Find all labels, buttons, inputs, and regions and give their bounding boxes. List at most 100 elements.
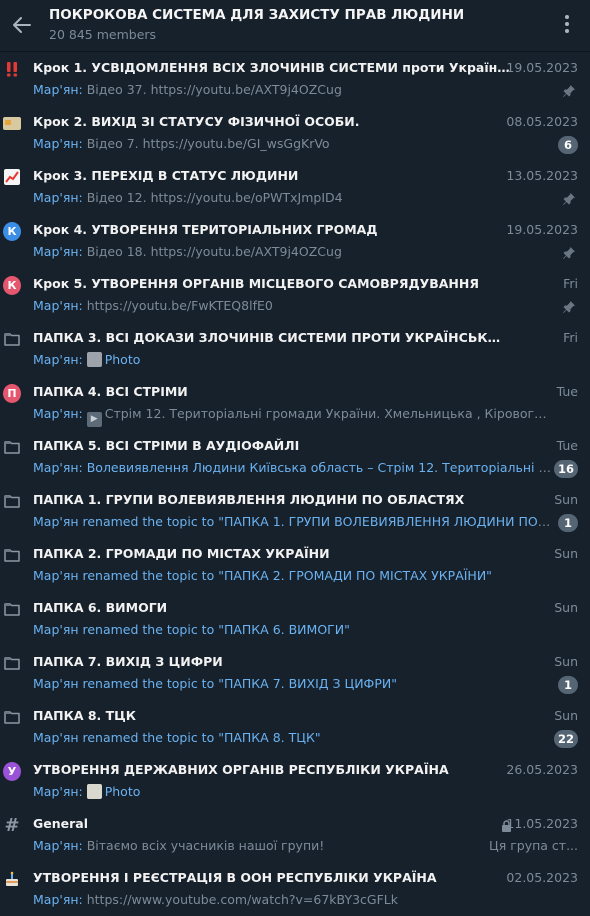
pin-icon — [562, 191, 576, 205]
folder-icon — [3, 330, 21, 348]
topic-title: ПАПКА 5. ВСІ СТРІМИ В АУДІОФАЙЛІ — [33, 438, 300, 453]
topic-last-message: Мар'ян: Photo — [33, 352, 554, 367]
topic-row[interactable]: УТВОРЕННЯ І РЕЄСТРАЦІЯ В ООН РЕСПУБЛІКИ … — [0, 862, 590, 916]
topic-list: Крок 1. УСВІДОМЛЕННЯ ВСІХ ЗЛОЧИНІВ СИСТЕ… — [0, 52, 590, 916]
topic-row[interactable]: # General 11.05.2023 Мар'ян: Вітаємо всіх у… — [0, 808, 590, 862]
message-text: https://www.youtube.com/watch?v=67kBY3cG… — [86, 892, 398, 907]
folder-icon — [3, 492, 21, 510]
more-options-icon[interactable] — [562, 12, 572, 36]
folder-icon — [3, 708, 21, 726]
topic-title: ПАПКА 4. ВСІ СТРІМИ — [33, 384, 188, 399]
pin-icon — [562, 299, 576, 313]
topic-date: Sun — [554, 654, 578, 669]
message-sender: Мар'ян: — [33, 892, 83, 907]
topic-date: 02.05.2023 — [506, 870, 578, 885]
topic-last-message: Мар'ян: Відео 7. https://youtu.be/GI_wsG… — [33, 136, 554, 151]
unread-count-badge: 1 — [558, 514, 578, 532]
photo-thumbnail — [86, 352, 102, 367]
message-sender: Мар'ян: — [33, 244, 83, 259]
topic-title: Крок 1. УСВІДОМЛЕННЯ ВСІХ ЗЛОЧИНІВ СИСТЕ… — [33, 60, 510, 75]
topic-row[interactable]: ПАПКА 5. ВСІ СТРІМИ В АУДІОФАЙЛІ Tue Мар'я… — [0, 430, 590, 484]
chart-icon — [3, 168, 21, 186]
topic-title: УТВОРЕННЯ ДЕРЖАВНИХ ОРГАНІВ РЕСПУБЛІКИ У… — [33, 762, 449, 777]
doc-thumbnail — [86, 784, 102, 799]
message-sender: Мар'ян: — [33, 298, 83, 313]
topic-title: ПАПКА 7. ВИХІД З ЦИФРИ — [33, 654, 223, 669]
message-text: Photo — [104, 352, 141, 367]
message-sender: Мар'ян: — [33, 460, 83, 475]
topic-last-message: Мар'ян: Photo — [33, 784, 554, 799]
topic-last-message: Мар'ян renamed the topic to "ПАПКА 2. ГР… — [33, 568, 554, 583]
topic-row[interactable]: ПАПКА 2. ГРОМАДИ ПО МІСТАХ УКРАЇНИ Sun Мар… — [0, 538, 590, 592]
topic-date: Tue — [556, 384, 578, 399]
cake-icon — [3, 870, 21, 888]
message-text: Мар'ян renamed the topic to "ПАПКА 2. ГР… — [33, 568, 492, 583]
message-text: Мар'ян renamed the topic to "ПАПКА 7. ВИ… — [33, 676, 397, 691]
topic-title: ПАПКА 1. ГРУПИ ВОЛЕВИЯВЛЕННЯ ЛЮДИНИ ПО О… — [33, 492, 465, 507]
topic-title: Крок 3. ПЕРЕХІД В СТАТУС ЛЮДИНИ — [33, 168, 299, 183]
topic-last-message: Мар'ян: https://youtu.be/FwKTEQ8lfE0 — [33, 298, 554, 313]
pin-icon — [562, 83, 576, 97]
message-text: Відео 12. https://youtu.be/oPWTxJmpID4 — [86, 190, 343, 205]
topic-title: Крок 4. УТВОРЕННЯ ТЕРИТОРІАЛЬНИХ ГРОМАД — [33, 222, 378, 237]
message-text: Мар'ян renamed the topic to "ПАПКА 8. ТЦ… — [33, 730, 321, 745]
message-sender: Мар'ян: — [33, 406, 83, 421]
letter-p-pink-icon: П — [3, 383, 21, 403]
message-text: Вітаємо всіх учасників нашої групи! — [86, 838, 325, 853]
topic-date: 19.05.2023 — [506, 222, 578, 237]
topic-title: УТВОРЕННЯ І РЕЄСТРАЦІЯ В ООН РЕСПУБЛІКИ … — [33, 870, 437, 885]
topic-last-message: Мар'ян: Відео 37. https://youtu.be/AXT9j… — [33, 82, 554, 97]
topic-date: 26.05.2023 — [506, 762, 578, 777]
id-card-icon — [3, 114, 21, 132]
double-exclamation-icon — [3, 60, 21, 78]
topic-date: Sun — [554, 492, 578, 507]
message-text: Відео 7. https://youtu.be/GI_wsGgKrVo — [86, 136, 330, 151]
message-text: https://youtu.be/FwKTEQ8lfE0 — [86, 298, 273, 313]
topic-row[interactable]: ПАПКА 7. ВИХІД З ЦИФРИ Sun Мар'ян renamed … — [0, 646, 590, 700]
topic-row[interactable]: ППАПКА 4. ВСІ СТРІМИTueМар'ян: Стрім 12.… — [0, 376, 590, 430]
topic-row[interactable]: Крок 1. УСВІДОМЛЕННЯ ВСІХ ЗЛОЧИНІВ СИСТЕ… — [0, 52, 590, 106]
topic-row[interactable]: К Крок 4. УТВОРЕННЯ ТЕРИТОРІАЛЬНИХ ГРОМАД… — [0, 214, 590, 268]
topic-row[interactable]: К Крок 5. УТВОРЕННЯ ОРГАНІВ МІСЦЕВОГО САМ… — [0, 268, 590, 322]
topic-row[interactable]: ПАПКА 3. ВСІ ДОКАЗИ ЗЛОЧИНІВ СИСТЕМИ ПРО… — [0, 322, 590, 376]
topic-date: Fri — [563, 276, 578, 291]
topic-date: 11.05.2023 — [506, 816, 578, 831]
topic-last-message: Мар'ян: Відео 18. https://youtu.be/AXT9j… — [33, 244, 554, 259]
message-sender: Мар'ян: — [33, 784, 83, 799]
letter-k-blue-icon: К — [3, 221, 21, 241]
topic-row[interactable]: ПАПКА 6. ВИМОГИ Sun Мар'ян renamed the top… — [0, 592, 590, 646]
topic-title: ПАПКА 2. ГРОМАДИ ПО МІСТАХ УКРАЇНИ — [33, 546, 330, 561]
topic-title: General — [33, 816, 88, 831]
unread-count-badge: 22 — [553, 730, 578, 748]
topic-row[interactable]: ПАПКА 1. ГРУПИ ВОЛЕВИЯВЛЕННЯ ЛЮДИНИ ПО О… — [0, 484, 590, 538]
group-title[interactable]: ПОКРОКОВА СИСТЕМА ДЛЯ ЗАХИСТУ ПРАВ ЛЮДИН… — [49, 7, 464, 23]
topic-title: Крок 5. УТВОРЕННЯ ОРГАНІВ МІСЦЕВОГО САМО… — [33, 276, 479, 291]
unread-count-badge: 6 — [558, 136, 578, 154]
message-text: Відео 37. https://youtu.be/AXT9j4OZCug — [86, 82, 342, 97]
topic-note: Ця група ст... — [489, 838, 578, 853]
topic-date: 13.05.2023 — [506, 168, 578, 183]
message-sender: Мар'ян: — [33, 190, 83, 205]
topic-row[interactable]: У УТВОРЕННЯ ДЕРЖАВНИХ ОРГАНІВ РЕСПУБЛІКИ … — [0, 754, 590, 808]
topic-date: Sun — [554, 546, 578, 561]
topic-last-message: Мар'ян: Вітаємо всіх учасників нашої гру… — [33, 838, 554, 853]
topic-last-message: Мар'ян renamed the topic to "ПАПКА 1. ГР… — [33, 514, 554, 529]
message-text: Photo — [104, 784, 141, 799]
folder-icon — [3, 438, 21, 456]
topic-last-message: Мар'ян: Волевиявлення Людини Київська об… — [33, 460, 554, 475]
back-arrow-icon[interactable] — [10, 13, 34, 37]
hash-icon: # — [4, 814, 20, 836]
topic-last-message: Мар'ян renamed the topic to "ПАПКА 7. ВИ… — [33, 676, 554, 691]
member-count: 20 845 members — [49, 27, 157, 42]
pin-icon — [562, 245, 576, 259]
message-text: Волевиявлення Людини Київська область – … — [86, 460, 554, 475]
topic-row[interactable]: Крок 3. ПЕРЕХІД В СТАТУС ЛЮДИНИ 13.05.202… — [0, 160, 590, 214]
topic-row[interactable]: ПАПКА 8. ТЦК Sun Мар'ян renamed the topic … — [0, 700, 590, 754]
topic-date: Sun — [554, 600, 578, 615]
message-text: Мар'ян renamed the topic to "ПАПКА 6. ВИ… — [33, 622, 350, 637]
topic-last-message: Мар'ян renamed the topic to "ПАПКА 8. ТЦ… — [33, 730, 554, 745]
folder-icon — [3, 546, 21, 564]
message-text: Відео 18. https://youtu.be/AXT9j4OZCug — [86, 244, 342, 259]
topic-row[interactable]: Крок 2. ВИХІД ЗІ СТАТУСУ ФІЗИЧНОЇ ОСОБИ.… — [0, 106, 590, 160]
topic-title: ПАПКА 6. ВИМОГИ — [33, 600, 168, 615]
